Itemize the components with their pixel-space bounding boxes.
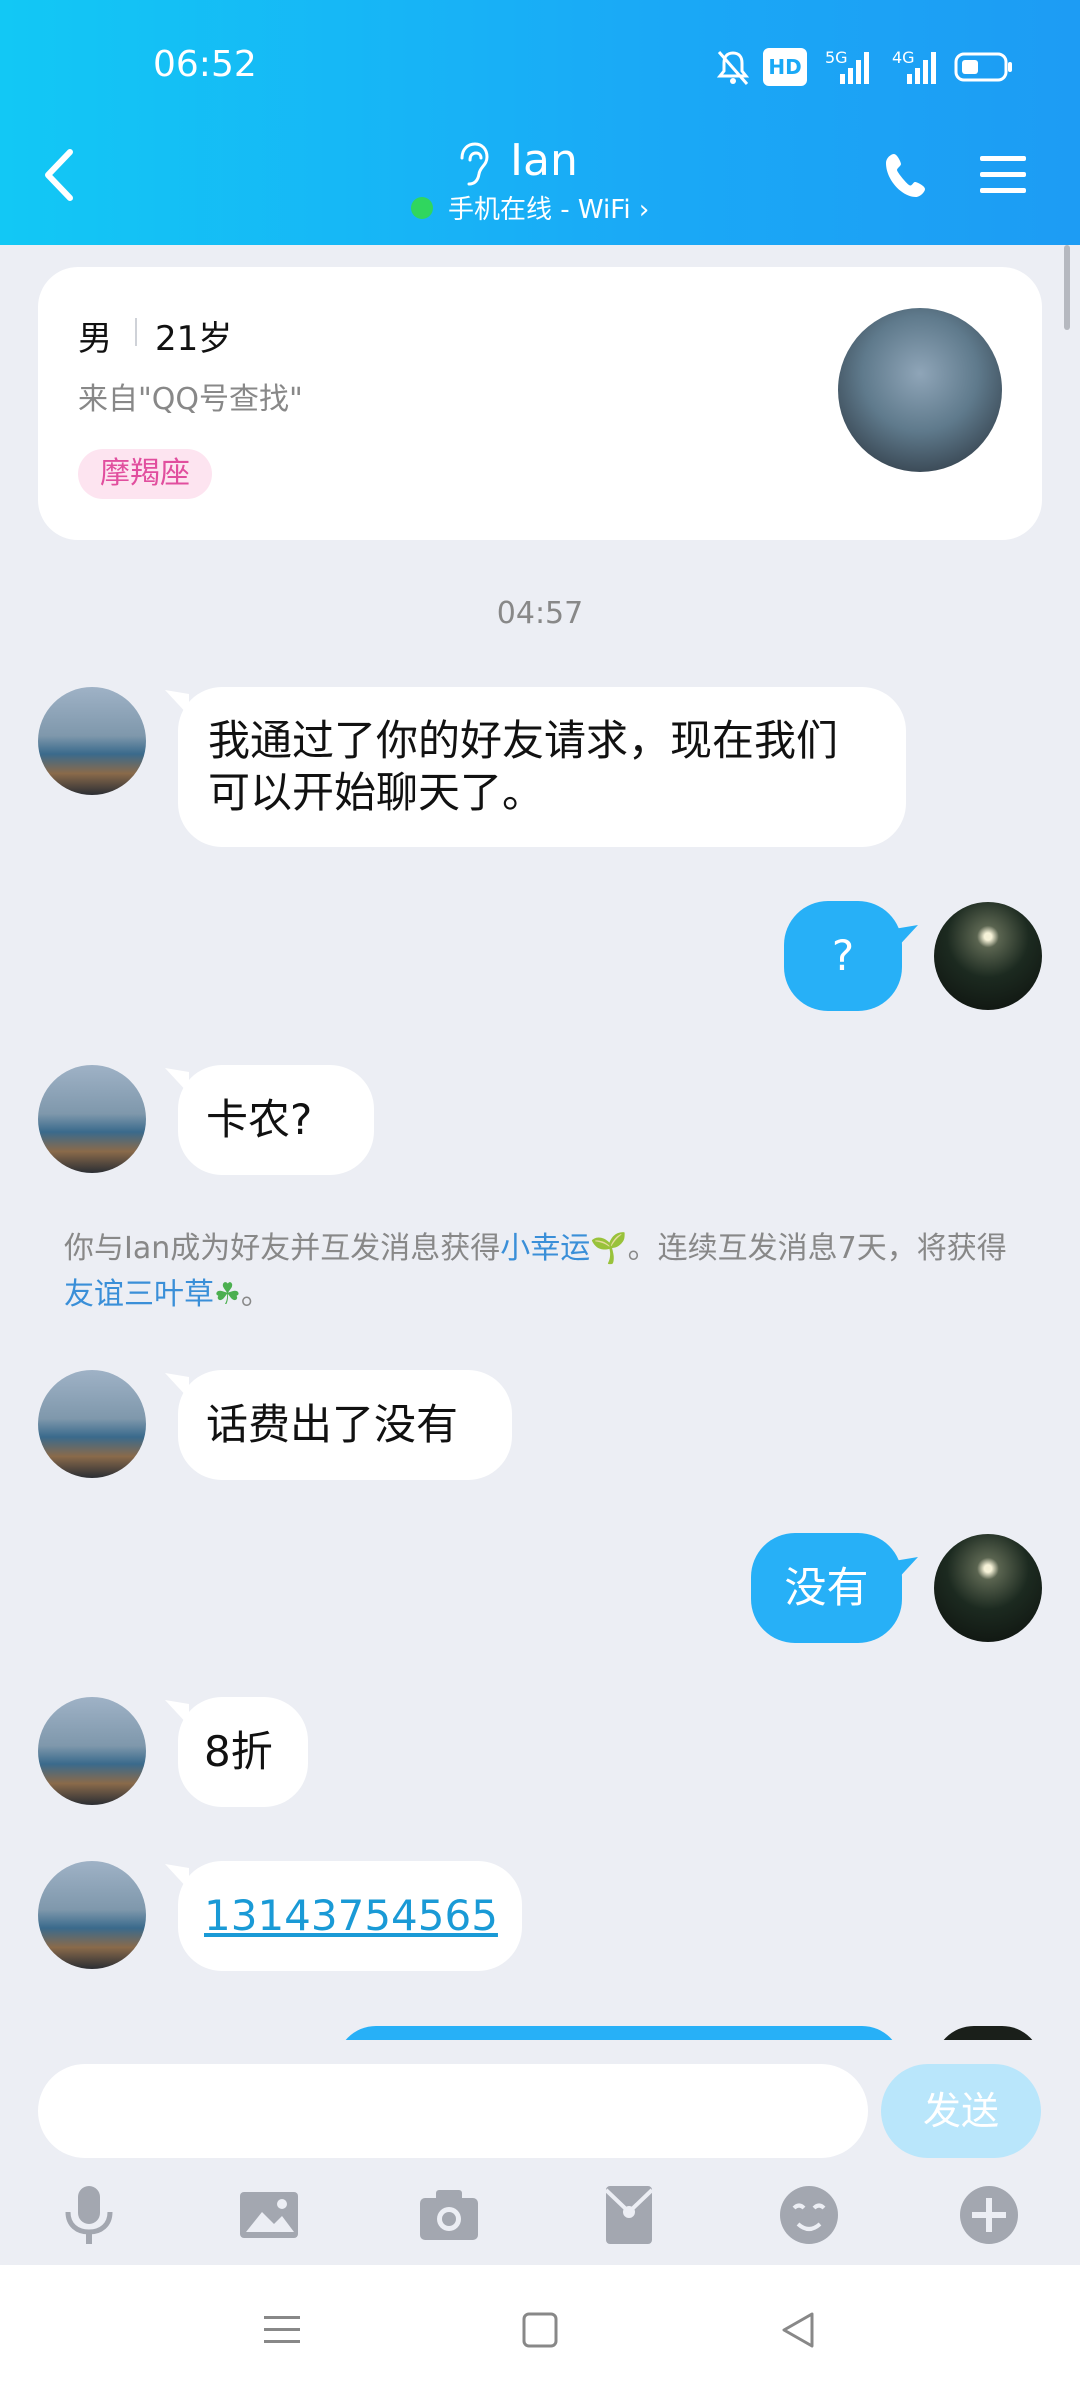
clover-icon: ☘ [214,1277,241,1312]
friendship-notice: 你与Ian成为好友并互发消息获得小幸运🌱。连续互发消息7天，将获得友谊三叶草☘。 [64,1226,1024,1318]
notice-text: 。连续互发消息7天，将获得 [627,1231,1007,1266]
home-icon[interactable] [520,2310,560,2350]
profile-avatar[interactable] [838,308,1002,472]
contact-name[interactable]: Ian [510,135,578,186]
online-status-text: 手机在线 - WiFi [448,195,631,225]
signal-4g-icon [907,52,936,84]
back-nav-icon[interactable] [778,2310,818,2350]
gender: 男 [78,319,112,359]
image-icon[interactable] [234,2180,304,2250]
message-bubble[interactable]: 话费出了没有 [178,1370,512,1480]
red-packet-icon[interactable] [594,2180,664,2250]
menu-button[interactable] [978,150,1028,200]
microphone-icon[interactable] [54,2180,124,2250]
message-bubble[interactable]: 没有 [751,1533,902,1643]
source-text: 来自"QQ号查找" [78,382,303,417]
signal-5g-icon [840,52,869,84]
my-avatar[interactable] [934,1534,1042,1642]
contact-avatar[interactable] [38,1697,146,1805]
back-button[interactable] [30,140,90,210]
message-input[interactable] [38,2064,868,2158]
mute-bell-icon [716,51,750,85]
ear-icon[interactable] [452,140,492,188]
notice-text: 你与Ian成为好友并互发消息获得 [64,1231,501,1266]
contact-avatar[interactable] [38,1861,146,1969]
camera-icon[interactable] [414,2180,484,2250]
send-button[interactable]: 发送 [881,2064,1041,2158]
contact-avatar[interactable] [38,1065,146,1173]
sprout-icon: 🌱 [590,1231,628,1266]
phone-call-button[interactable] [880,148,936,204]
lucky-link[interactable]: 小幸运 [500,1231,590,1266]
hd-voice-icon: HD [763,48,807,86]
message-bubble[interactable]: 卡农? [178,1065,374,1175]
my-avatar[interactable] [934,902,1042,1010]
message-bubble[interactable]: 8折 [178,1697,308,1807]
emoji-icon[interactable] [774,2180,844,2250]
plus-icon[interactable] [954,2180,1024,2250]
online-dot [411,197,433,219]
online-status[interactable]: 手机在线 - WiFi › [448,189,649,226]
battery-icon [954,52,1012,82]
message-bubble[interactable]: 我通过了你的好友请求，现在我们可以开始聊天了。 [178,687,906,847]
message-timestamp: 04:57 [496,596,584,631]
notice-text: 。 [240,1277,271,1312]
phone-number-link[interactable]: 13143754565 [178,1861,522,1971]
age: 21岁 [155,319,233,359]
contact-avatar[interactable] [38,687,146,795]
status-time: 06:52 [153,44,257,85]
clover-link[interactable]: 友谊三叶草 [64,1277,214,1312]
contact-avatar[interactable] [38,1370,146,1478]
chevron-right-icon: › [638,195,650,225]
message-bubble[interactable]: ? [784,901,902,1011]
divider [135,318,137,346]
zodiac-tag: 摩羯座 [78,449,212,499]
scrollbar[interactable] [1064,245,1070,330]
recent-apps-icon[interactable] [262,2310,302,2350]
